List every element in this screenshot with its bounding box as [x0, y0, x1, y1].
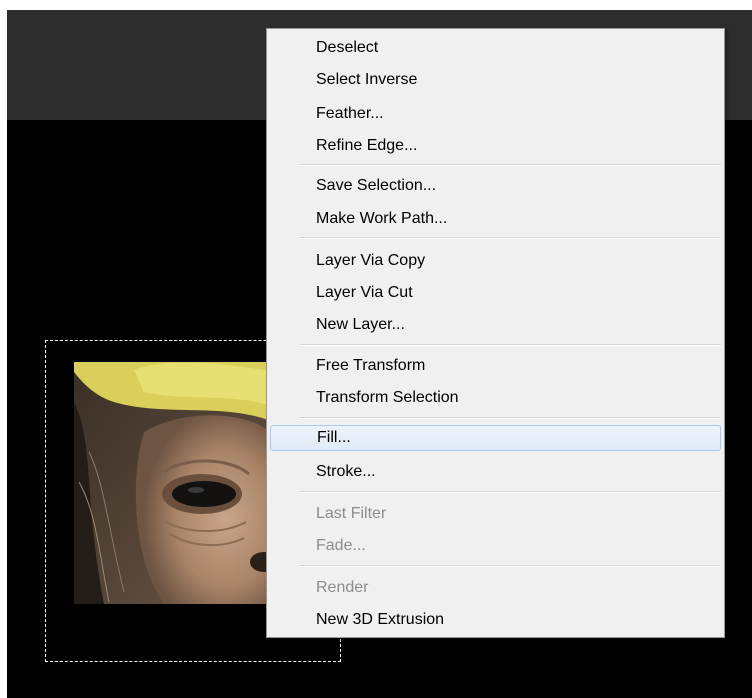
menu-item-select-inverse[interactable]: Select Inverse	[270, 67, 721, 93]
menu-item-fade: Fade...	[316, 537, 366, 554]
menu-item-render: Render	[316, 579, 369, 596]
menu-item-stroke[interactable]: Stroke...	[270, 459, 721, 485]
menu-item-make-work-path[interactable]: Make Work Path...	[270, 206, 721, 232]
menu-item-free-transform[interactable]: Free Transform	[270, 353, 721, 379]
menu-separator	[299, 417, 721, 419]
menu-item-last-filter: Last Filter	[316, 505, 387, 522]
menu-item-new-layer[interactable]: New Layer...	[270, 312, 721, 338]
menu-separator	[299, 491, 721, 493]
menu-separator	[299, 344, 721, 346]
menu-item-layer-via-cut[interactable]: Layer Via Cut	[270, 280, 721, 306]
menu-item-deselect[interactable]: Deselect	[270, 35, 721, 61]
menu-item-new-3d-extrusion[interactable]: New 3D Extrusion	[270, 607, 721, 633]
menu-separator	[299, 237, 721, 239]
menu-item-feather[interactable]: Feather...	[270, 101, 721, 127]
menu-separator	[299, 164, 721, 166]
photoshop-window: Deselect Select Inverse Feather... Refin…	[0, 0, 752, 698]
menu-item-fill[interactable]: Fill...	[270, 425, 721, 451]
menu-item-refine-edge[interactable]: Refine Edge...	[270, 133, 721, 159]
menu-item-save-selection[interactable]: Save Selection...	[270, 173, 721, 199]
context-menu: Deselect Select Inverse Feather... Refin…	[266, 28, 725, 638]
menu-item-layer-via-copy[interactable]: Layer Via Copy	[270, 248, 721, 274]
menu-item-transform-selection[interactable]: Transform Selection	[270, 385, 721, 411]
menu-separator	[299, 565, 721, 567]
